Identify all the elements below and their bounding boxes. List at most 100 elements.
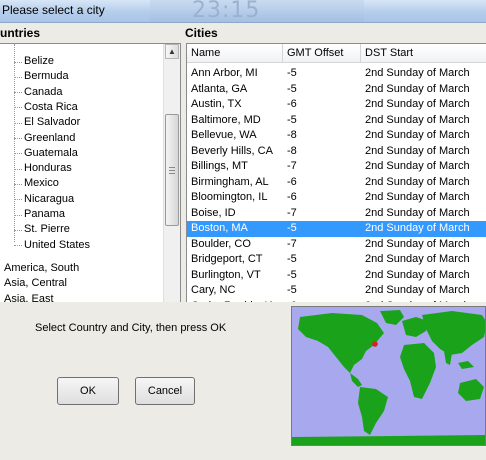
country-item[interactable]: El Salvador (24, 115, 80, 130)
city-marker-icon (372, 341, 378, 347)
scroll-up-icon[interactable]: ▲ (165, 44, 179, 59)
column-name[interactable]: Name (187, 44, 283, 62)
table-row[interactable]: Bridgeport, CT -5 2nd Sunday of March (187, 252, 486, 268)
city-name: Bellevue, WA (191, 129, 257, 141)
country-item[interactable]: Costa Rica (24, 100, 78, 115)
city-dst-start: 2nd Sunday of March (365, 144, 470, 157)
country-item[interactable]: United States (24, 238, 90, 253)
city-name: Bridgeport, CT (191, 253, 263, 265)
city-gmt-offset: -5 (287, 253, 297, 265)
city-gmt-offset: -7 (287, 206, 297, 219)
city-gmt-offset: -5 (287, 222, 297, 234)
table-row[interactable]: Atlanta, GA -5 2nd Sunday of March (187, 82, 486, 98)
countries-tree[interactable]: Belize Bermuda Canada Costa Rica El Salvador… (0, 43, 181, 323)
column-gmt-offset[interactable]: GMT Offset (283, 44, 361, 62)
city-gmt-offset: -6 (287, 191, 297, 203)
tree-connector (14, 76, 22, 78)
city-gmt-offset: -5 (287, 82, 297, 95)
city-gmt-offset: -8 (287, 144, 297, 157)
city-name: Billings, MT (191, 160, 248, 172)
table-row[interactable]: Billings, MT -7 2nd Sunday of March (187, 159, 486, 175)
city-name: Atlanta, GA (191, 82, 248, 95)
city-gmt-offset: -7 (287, 237, 297, 250)
country-item[interactable]: Canada (24, 85, 63, 100)
city-gmt-offset: -7 (287, 160, 297, 172)
city-gmt-offset: -5 (287, 284, 297, 296)
countries-panel: untries Belize Bermuda Canada Costa Rica El … (0, 23, 181, 323)
region-item[interactable]: Asia, Central (4, 276, 67, 291)
country-item[interactable]: Guatemala (24, 146, 78, 161)
city-name: Bloomington, IL (191, 191, 268, 203)
city-name: Boston, MA (191, 222, 248, 234)
country-item[interactable]: Belize (24, 54, 54, 69)
table-row[interactable]: Burlington, VT -5 2nd Sunday of March (187, 268, 486, 284)
table-row[interactable]: Birmingham, AL -6 2nd Sunday of March (187, 175, 486, 191)
table-row[interactable]: Boulder, CO -7 2nd Sunday of March (187, 237, 486, 253)
city-gmt-offset: -5 (287, 113, 297, 126)
tree-connector (14, 199, 22, 201)
clock-display: 23:15 (150, 0, 364, 23)
cancel-button[interactable]: Cancel (135, 377, 195, 405)
city-dst-start: 2nd Sunday of March (365, 175, 470, 188)
city-gmt-offset: -5 (287, 67, 297, 79)
table-row[interactable]: Bellevue, WA -8 2nd Sunday of March (187, 128, 486, 144)
country-item[interactable]: Honduras (24, 161, 72, 176)
table-row[interactable]: Beverly Hills, CA -8 2nd Sunday of March (187, 144, 486, 160)
city-gmt-offset: -5 (287, 268, 297, 281)
city-name: Boulder, CO (191, 237, 251, 250)
column-dst-start[interactable]: DST Start (361, 44, 486, 62)
countries-vertical-scrollbar[interactable]: ▲ ▼ (163, 44, 180, 320)
city-dst-start: 2nd Sunday of March (365, 237, 470, 250)
city-gmt-offset: -6 (287, 175, 297, 188)
instruction-text: Select Country and City, then press OK (35, 322, 227, 334)
region-item[interactable]: America, South (4, 261, 79, 276)
city-name: Austin, TX (191, 98, 242, 110)
tree-connector (14, 214, 22, 216)
country-item[interactable]: Greenland (24, 131, 75, 146)
city-dst-start: 2nd Sunday of March (365, 268, 470, 281)
table-row[interactable]: Ann Arbor, MI -5 2nd Sunday of March (187, 66, 486, 82)
city-dst-start: 2nd Sunday of March (365, 113, 470, 126)
city-name: Beverly Hills, CA (191, 144, 273, 157)
city-dst-start: 2nd Sunday of March (365, 253, 470, 265)
tree-connector (14, 138, 22, 139)
city-dst-start: 2nd Sunday of March (365, 222, 470, 234)
scroll-thumb[interactable] (165, 114, 179, 226)
tree-connector (14, 107, 22, 109)
tree-connector (14, 92, 22, 94)
table-row[interactable]: Bloomington, IL -6 2nd Sunday of March (187, 190, 486, 206)
city-dst-start: 2nd Sunday of March (365, 191, 470, 203)
grip-line (169, 173, 175, 174)
table-row[interactable]: Austin, TX -6 2nd Sunday of March (187, 97, 486, 113)
city-dst-start: 2nd Sunday of March (365, 67, 470, 79)
city-dst-start: 2nd Sunday of March (365, 206, 470, 219)
country-item[interactable]: Panama (24, 207, 65, 222)
city-dst-start: 2nd Sunday of March (365, 98, 470, 110)
tree-connector (14, 168, 22, 170)
country-item[interactable]: Mexico (24, 176, 59, 191)
tree-connector (14, 44, 15, 242)
tree-connector (14, 183, 22, 185)
footer-area: Select Country and City, then press OK O… (0, 302, 486, 460)
ok-button[interactable]: OK (57, 377, 119, 405)
country-item[interactable]: St. Pierre (24, 222, 70, 237)
country-item[interactable]: Bermuda (24, 69, 69, 84)
grip-line (169, 170, 175, 171)
city-name: Birmingham, AL (191, 175, 269, 188)
table-row[interactable]: Cary, NC -5 2nd Sunday of March (187, 283, 486, 299)
cities-list[interactable]: Name GMT Offset DST Start Ann Arbor, MI -… (186, 43, 486, 323)
city-dst-start: 2nd Sunday of March (365, 160, 470, 172)
clock-time: 23:15 (192, 0, 261, 23)
city-dst-start: 2nd Sunday of March (365, 82, 470, 95)
grip-line (169, 167, 175, 168)
city-name: Baltimore, MD (191, 113, 261, 126)
cities-column-header: Name GMT Offset DST Start (187, 44, 486, 63)
table-row[interactable]: Boston, MA -5 2nd Sunday of March (187, 221, 486, 237)
country-item[interactable]: Nicaragua (24, 192, 74, 207)
table-row[interactable]: Baltimore, MD -5 2nd Sunday of March (187, 113, 486, 129)
bottom-edge (0, 451, 486, 460)
city-gmt-offset: -6 (287, 98, 297, 110)
cities-header: Cities (185, 26, 218, 40)
table-row[interactable]: Boise, ID -7 2nd Sunday of March (187, 206, 486, 222)
city-dst-start: 2nd Sunday of March (365, 284, 470, 296)
